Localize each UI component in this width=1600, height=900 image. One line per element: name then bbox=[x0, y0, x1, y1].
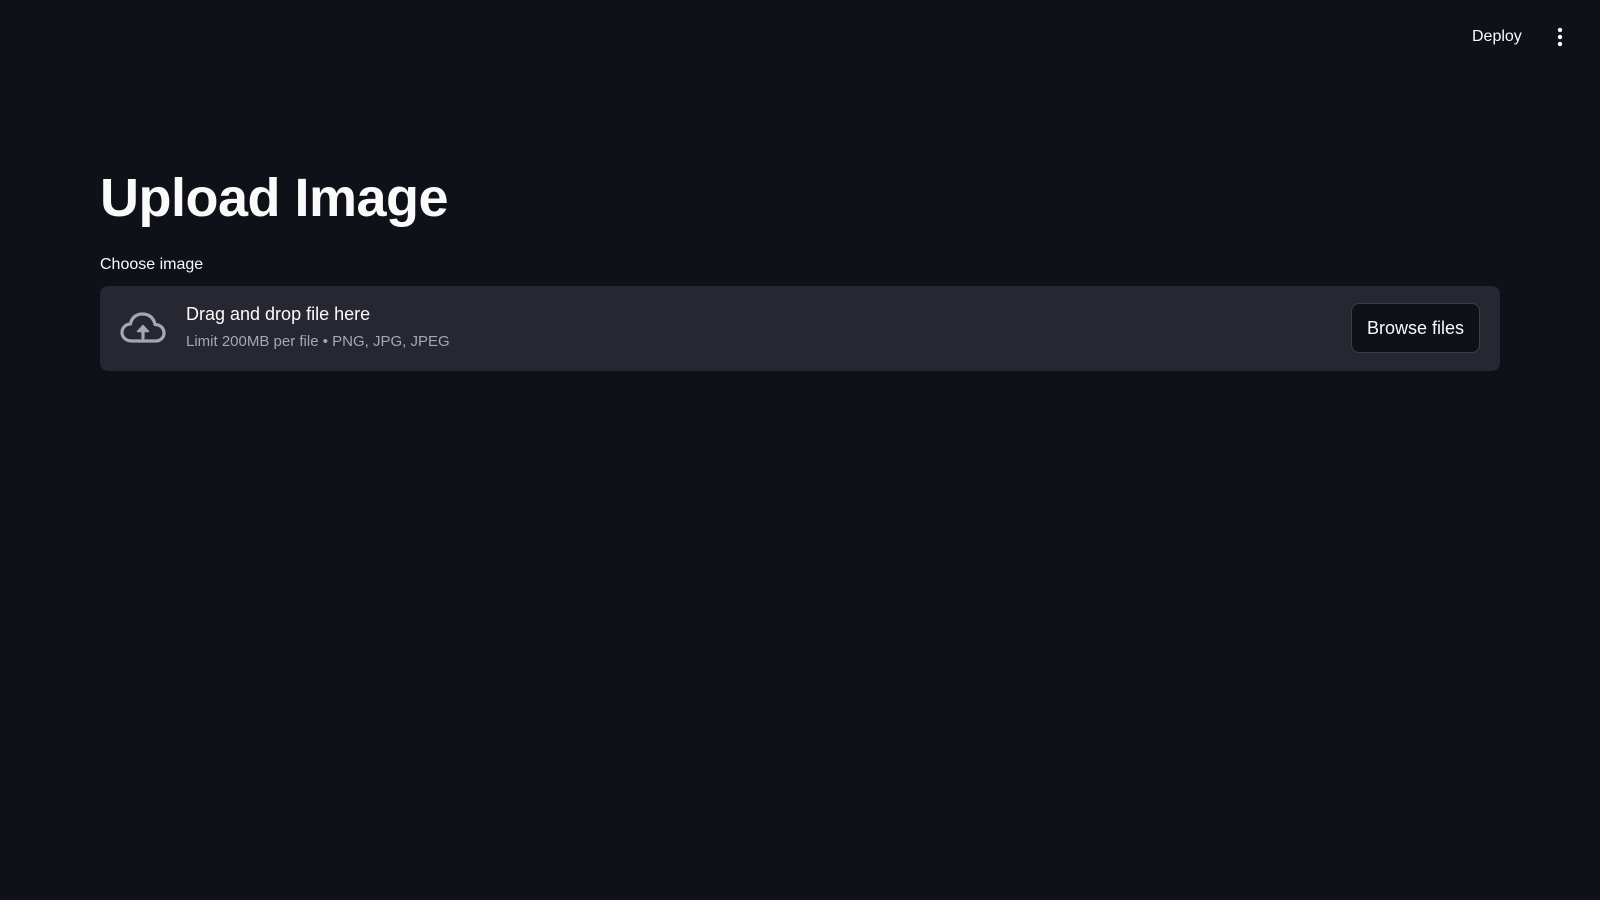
page-title: Upload Image bbox=[100, 168, 449, 228]
file-dropzone[interactable]: Drag and drop file here Limit 200MB per … bbox=[100, 286, 1500, 371]
browse-files-button[interactable]: Browse files bbox=[1350, 303, 1480, 353]
dropzone-instructions: Drag and drop file here Limit 200MB per … bbox=[186, 302, 450, 352]
dropzone-title: Drag and drop file here bbox=[186, 304, 371, 324]
main-menu-button[interactable] bbox=[1545, 22, 1575, 52]
cloud-upload-icon bbox=[119, 306, 167, 350]
vertical-ellipsis-icon bbox=[1557, 27, 1563, 47]
app-root: Deploy Upload Image Choose image Drag an… bbox=[0, 0, 1600, 900]
deploy-button[interactable]: Deploy bbox=[1460, 22, 1534, 52]
file-uploader-label: Choose image bbox=[100, 256, 204, 273]
top-toolbar: Deploy bbox=[0, 0, 1600, 74]
deploy-button-label: Deploy bbox=[1472, 28, 1522, 45]
dropzone-limits: Limit 200MB per file • PNG, JPG, JPEG bbox=[186, 333, 450, 350]
